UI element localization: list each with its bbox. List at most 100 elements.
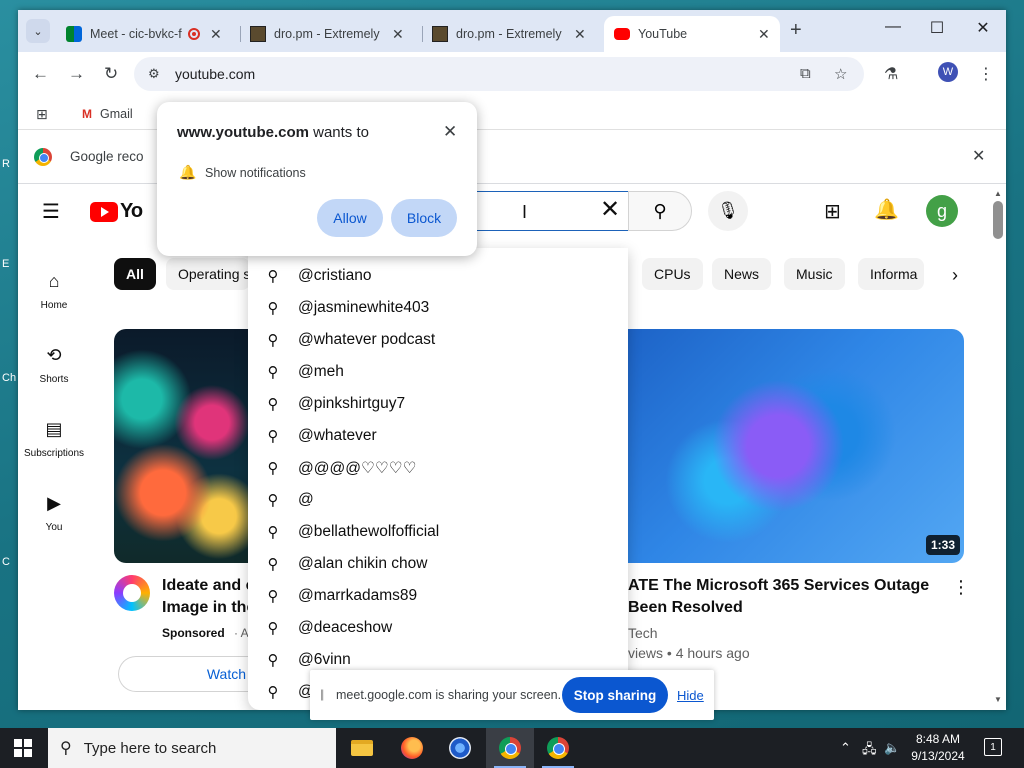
watch-button[interactable]: Watch bbox=[118, 656, 254, 692]
video-title[interactable]: Ideate and c bbox=[162, 575, 254, 597]
infobar-close-icon[interactable]: ✕ bbox=[972, 146, 985, 166]
network-icon[interactable]: 🖧 bbox=[862, 740, 877, 762]
taskbar-clock[interactable]: 8:48 AM 9/13/2024 bbox=[902, 731, 974, 765]
block-button[interactable]: Block bbox=[391, 199, 457, 237]
chip-news[interactable]: News bbox=[712, 258, 772, 290]
close-window-icon[interactable]: ✕ bbox=[960, 18, 1006, 38]
chip-cpus[interactable]: CPUs bbox=[642, 258, 703, 290]
search-suggestion[interactable]: ⚲ @alan chikin chow bbox=[248, 548, 628, 580]
search-icon: ⚲ bbox=[267, 588, 279, 605]
search-suggestion[interactable]: ⚲ @bellathewolfofficial bbox=[248, 516, 628, 548]
chrome-icon bbox=[34, 148, 52, 166]
drag-handle-icon[interactable]: || bbox=[320, 687, 324, 701]
hide-link[interactable]: Hide bbox=[677, 688, 704, 703]
chip-information[interactable]: Informa bbox=[858, 258, 924, 290]
scroll-thumb[interactable] bbox=[993, 201, 1003, 239]
taskbar-app-blue[interactable] bbox=[436, 728, 484, 768]
tray-chevron-up-icon[interactable]: ⌃ bbox=[840, 740, 851, 756]
new-tab-icon[interactable]: + bbox=[790, 19, 802, 42]
search-suggestion[interactable]: ⚲ @jasminewhite403 bbox=[248, 292, 628, 324]
desktop-icon-label[interactable]: Ch bbox=[2, 372, 16, 384]
video-title[interactable]: Image in the bbox=[162, 597, 254, 619]
infobar-text: Google reco bbox=[70, 149, 144, 164]
search-button[interactable]: ⚲ bbox=[628, 191, 692, 231]
search-suggestion[interactable]: ⚲ @cristiano bbox=[248, 260, 628, 292]
account-avatar[interactable]: g bbox=[926, 195, 958, 227]
video-title[interactable]: ATE The Microsoft 365 Services Outage bbox=[628, 575, 938, 597]
tab-meet[interactable]: Meet - cic-bvkc-f ✕ bbox=[56, 16, 232, 52]
create-video-icon[interactable]: ⊞ bbox=[824, 199, 841, 224]
profile-avatar[interactable]: W bbox=[938, 62, 958, 82]
bookmark-star-icon[interactable]: ☆ bbox=[834, 65, 847, 83]
search-suggestion[interactable]: ⚲ @pinkshirtguy7 bbox=[248, 388, 628, 420]
notification-center-icon[interactable]: 1 bbox=[984, 738, 1002, 756]
video-thumbnail[interactable] bbox=[114, 329, 254, 563]
desktop-icon-label[interactable]: R bbox=[2, 158, 10, 170]
taskbar-chrome[interactable] bbox=[534, 728, 582, 768]
desktop-icon-label[interactable]: E bbox=[2, 258, 9, 270]
maximize-icon[interactable]: ☐ bbox=[914, 18, 960, 38]
desktop-icon-label[interactable]: C bbox=[2, 556, 10, 568]
taskbar-firefox[interactable] bbox=[388, 728, 436, 768]
hamburger-menu-icon[interactable]: ☰ bbox=[42, 199, 60, 224]
scroll-up-icon[interactable]: ▲ bbox=[994, 189, 1002, 198]
close-tab-icon[interactable]: ✕ bbox=[392, 26, 404, 43]
stop-sharing-button[interactable]: Stop sharing bbox=[562, 677, 668, 713]
search-suggestion[interactable]: ⚲ @ bbox=[248, 484, 628, 516]
page-scrollbar[interactable]: ▲ ▼ bbox=[990, 187, 1006, 710]
more-actions-icon[interactable]: ⋮ bbox=[952, 577, 970, 598]
video-title[interactable]: Been Resolved bbox=[628, 597, 938, 619]
taskbar-search-box[interactable]: ⚲ Type here to search bbox=[48, 728, 336, 768]
allow-button[interactable]: Allow bbox=[317, 199, 383, 237]
tab-youtube[interactable]: YouTube ✕ bbox=[604, 16, 780, 52]
clear-search-icon[interactable]: ✕ bbox=[600, 195, 620, 224]
forward-icon[interactable]: → bbox=[68, 64, 85, 84]
reload-icon[interactable]: ↻ bbox=[104, 64, 118, 84]
close-tab-icon[interactable]: ✕ bbox=[574, 26, 586, 43]
minimize-icon[interactable]: — bbox=[870, 18, 916, 36]
back-icon[interactable]: ← bbox=[32, 64, 49, 84]
tab-title: YouTube bbox=[638, 27, 688, 41]
search-suggestion[interactable]: ⚲ @meh bbox=[248, 356, 628, 388]
close-tab-icon[interactable]: ✕ bbox=[210, 26, 222, 43]
windows-start-icon[interactable] bbox=[14, 739, 32, 757]
taskbar-chrome-active[interactable] bbox=[486, 728, 534, 768]
search-suggestion[interactable]: ⚲ @deaceshow bbox=[248, 612, 628, 644]
chip-all[interactable]: All bbox=[114, 258, 156, 290]
video-thumbnail[interactable] bbox=[626, 329, 964, 563]
voice-search-button[interactable]: 🎙 bbox=[708, 191, 748, 231]
taskbar-file-explorer[interactable] bbox=[338, 728, 386, 768]
close-popup-icon[interactable]: ✕ bbox=[443, 122, 457, 142]
labs-flask-icon[interactable]: ⚗ bbox=[884, 64, 898, 84]
search-suggestion[interactable]: ⚲ @marrkadams89 bbox=[248, 580, 628, 612]
volume-muted-icon[interactable]: 🔈 bbox=[884, 740, 900, 756]
tab-dropm-1[interactable]: dro.pm - Extremely S ✕ bbox=[240, 16, 414, 52]
search-suggestion[interactable]: ⚲ @whatever podcast bbox=[248, 324, 628, 356]
tab-search-button[interactable]: ⌄ bbox=[26, 19, 50, 43]
notifications-bell-icon[interactable]: 🔔 bbox=[874, 197, 899, 222]
close-tab-icon[interactable]: ✕ bbox=[758, 26, 770, 43]
menu-kebab-icon[interactable]: ⋮ bbox=[978, 64, 994, 84]
chip-operating-systems[interactable]: Operating s bbox=[166, 258, 250, 290]
sidebar-item-subscriptions[interactable]: ▤ Subscriptions bbox=[18, 419, 90, 459]
tab-dropm-2[interactable]: dro.pm - Extremely S ✕ bbox=[422, 16, 596, 52]
channel-avatar[interactable] bbox=[114, 575, 150, 611]
sidebar-item-you[interactable]: ▶ You bbox=[18, 493, 90, 533]
sidebar-item-label: Subscriptions bbox=[23, 448, 85, 459]
chip-music[interactable]: Music bbox=[784, 258, 845, 290]
sidebar-item-home[interactable]: ⌂ Home bbox=[18, 271, 90, 311]
search-suggestion[interactable]: ⚲ @whatever bbox=[248, 420, 628, 452]
address-bar[interactable]: ⚙ youtube.com ⧉ ☆ bbox=[134, 57, 864, 91]
site-info-icon[interactable]: ⚙ bbox=[148, 66, 160, 82]
install-app-icon[interactable]: ⧉ bbox=[800, 65, 811, 82]
gmail-icon: M bbox=[82, 107, 92, 121]
chevron-right-icon[interactable]: › bbox=[952, 265, 958, 286]
channel-name[interactable]: Tech bbox=[628, 625, 658, 641]
tab-title: dro.pm - Extremely S bbox=[456, 27, 564, 41]
apps-grid-icon[interactable]: ⊞ bbox=[36, 106, 48, 123]
search-suggestion[interactable]: ⚲ @@@@♡♡♡♡ bbox=[248, 452, 628, 484]
sidebar-item-shorts[interactable]: ⟲ Shorts bbox=[18, 345, 90, 385]
bookmark-gmail[interactable]: M Gmail bbox=[82, 107, 133, 121]
youtube-logo[interactable]: Yo bbox=[90, 200, 143, 223]
scroll-down-icon[interactable]: ▼ bbox=[994, 695, 1002, 704]
